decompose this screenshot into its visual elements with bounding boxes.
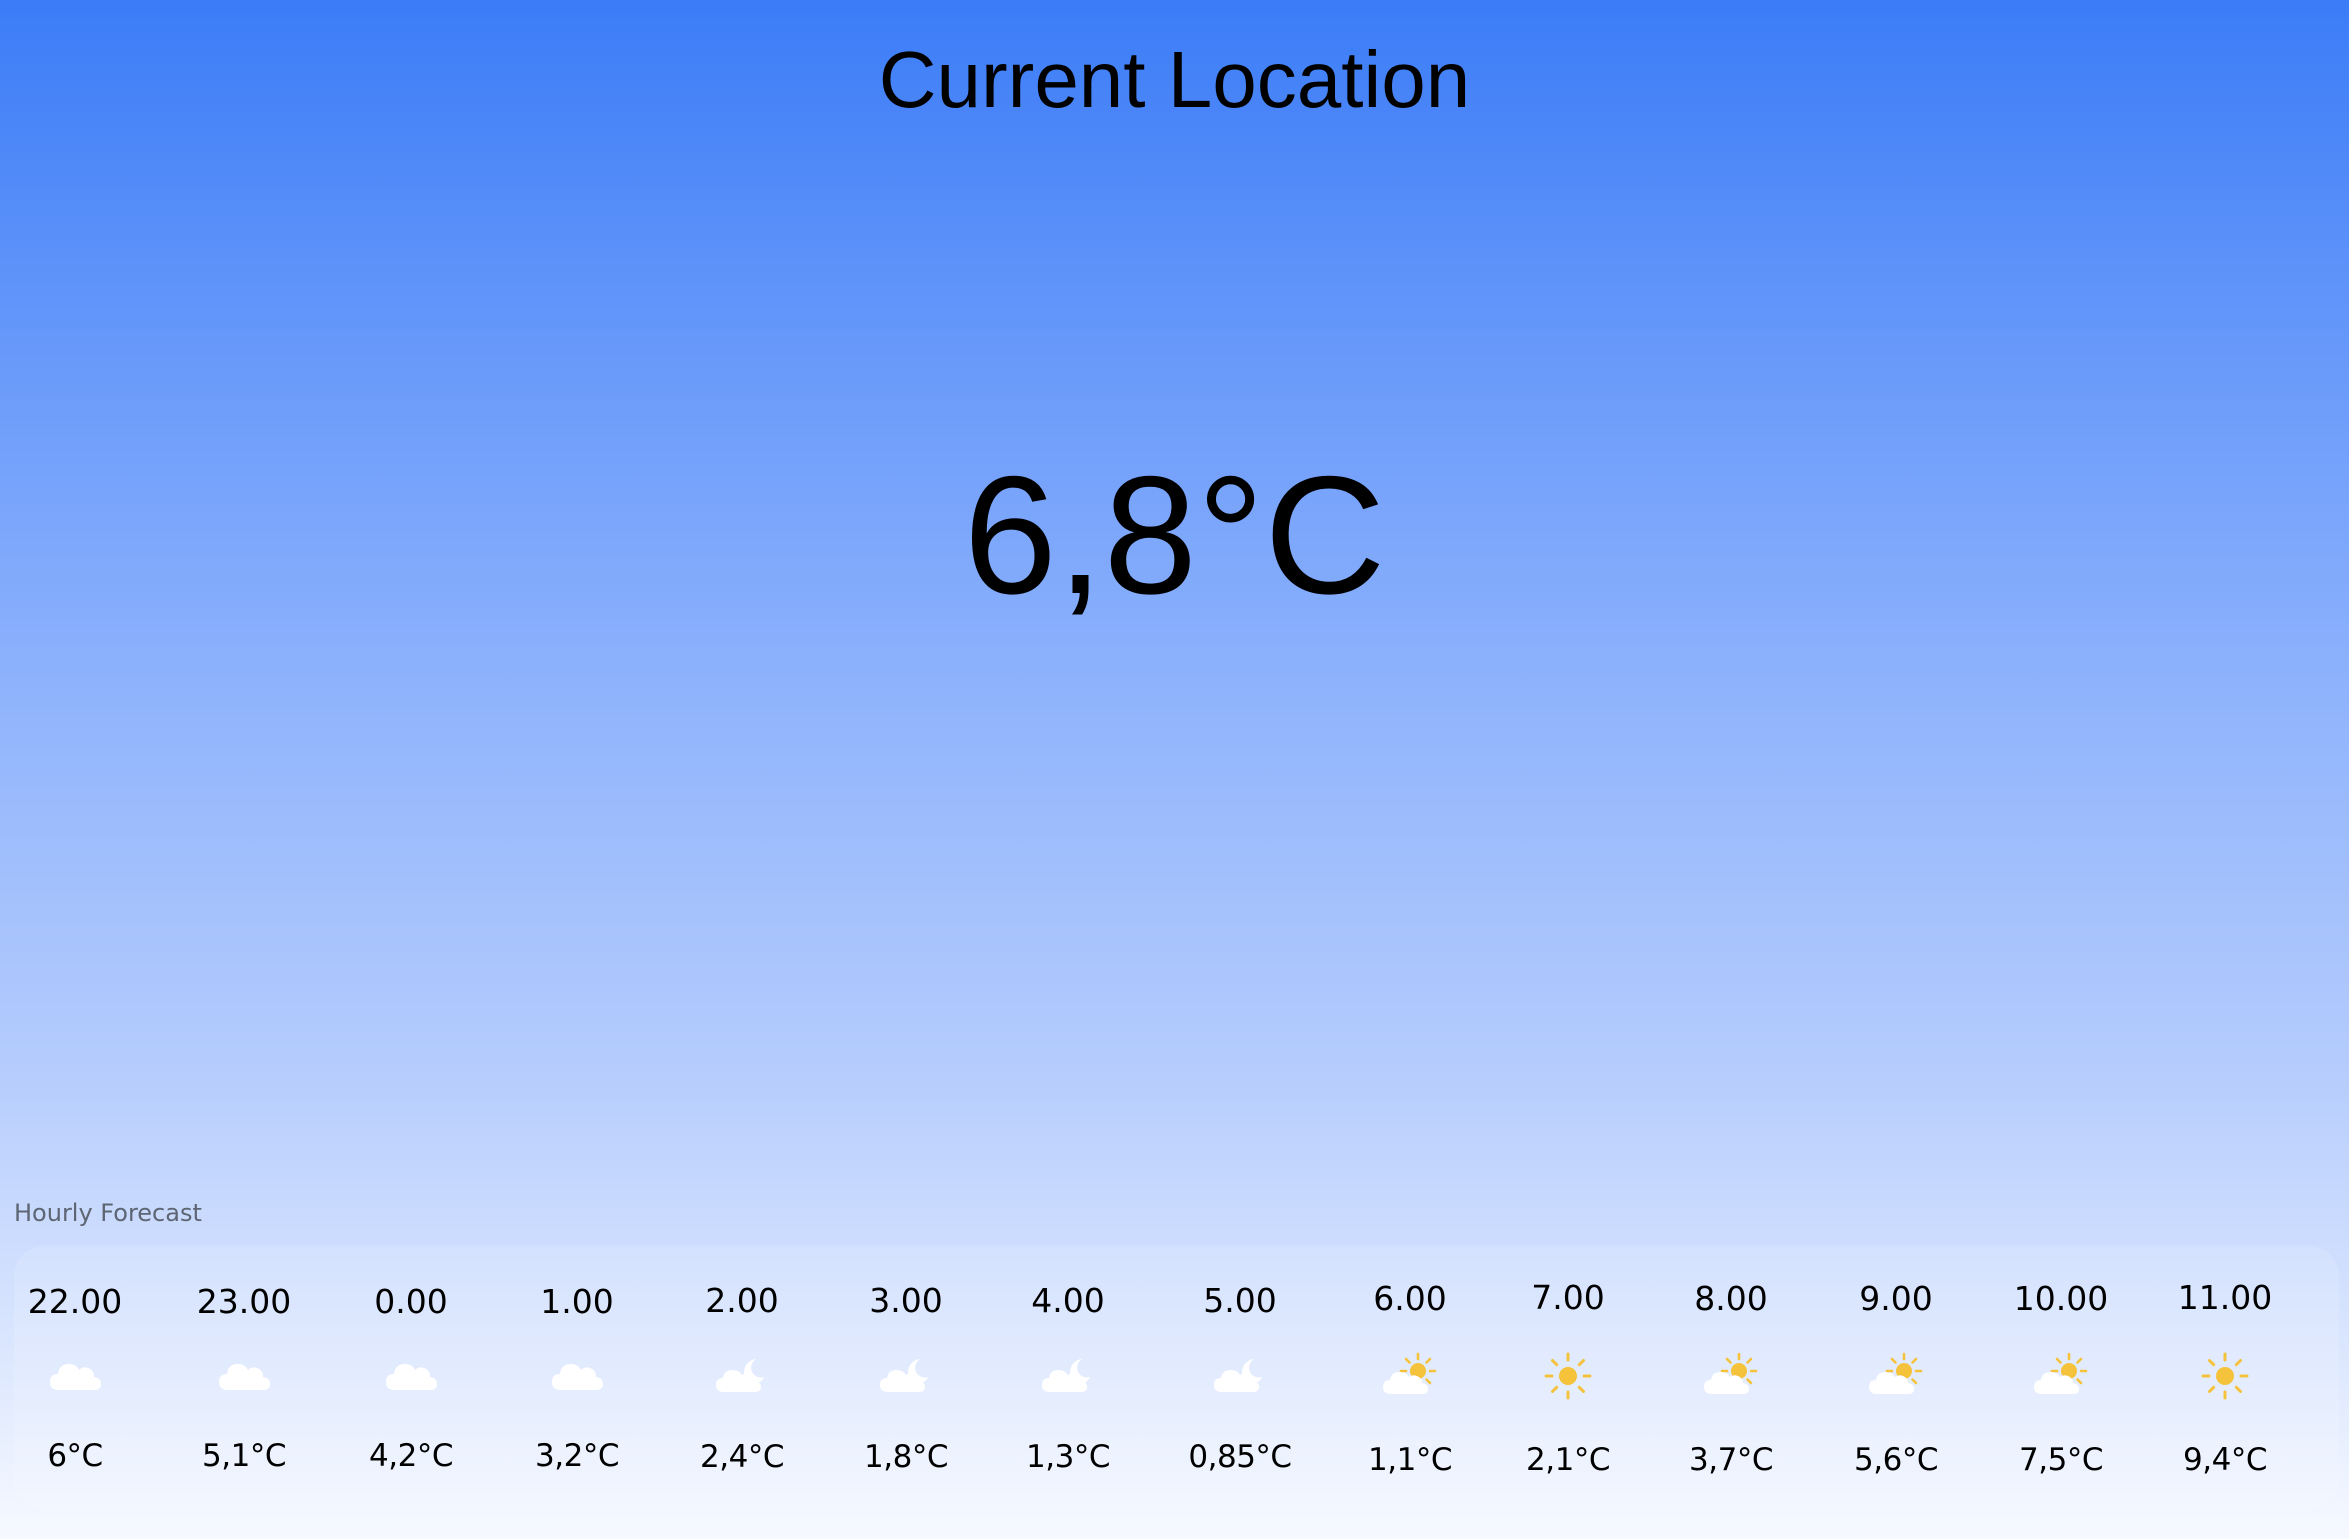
forecast-hour-temperature: 2,4°C (700, 1439, 784, 1475)
forecast-hour-item: 9.00 5,6°C (1821, 1246, 1971, 1510)
cloud-sun-icon (1380, 1346, 1440, 1406)
forecast-hour-item: 1.00 3,2°C (502, 1246, 652, 1510)
forecast-hour-time: 5.00 (1203, 1281, 1277, 1320)
sun-icon (2195, 1346, 2255, 1406)
forecast-hour-time: 11.00 (2177, 1278, 2273, 1317)
cloud-sun-icon (2031, 1346, 2091, 1406)
forecast-hour-time: 0.00 (374, 1282, 448, 1321)
forecast-hour-temperature: 5,6°C (1854, 1442, 1938, 1478)
cloud-sun-icon (1866, 1346, 1926, 1406)
hourly-forecast-label: Hourly Forecast (14, 1199, 202, 1227)
cloud-moon-icon (876, 1346, 936, 1406)
forecast-hour-time: 6.00 (1373, 1279, 1447, 1318)
forecast-hour-temperature: 0,85°C (1188, 1439, 1292, 1475)
forecast-hour-temperature: 9,4°C (2183, 1442, 2267, 1478)
forecast-hour-temperature: 3,7°C (1689, 1442, 1773, 1478)
forecast-hour-time: 10.00 (2013, 1279, 2109, 1318)
forecast-hour-time: 4.00 (1031, 1281, 1105, 1320)
forecast-hour-time: 3.00 (869, 1281, 943, 1320)
location-title: Current Location (878, 35, 1471, 124)
cloud-icon (547, 1346, 607, 1406)
forecast-hour-temperature: 1,1°C (1368, 1442, 1452, 1478)
forecast-hour-temperature: 1,3°C (1026, 1439, 1110, 1475)
forecast-hour-item: 5.00 0,85°C (1165, 1246, 1315, 1510)
forecast-hour-item: 8.00 3,7°C (1656, 1246, 1806, 1510)
cloud-sun-icon (1701, 1346, 1761, 1406)
forecast-hour-item: 2.00 2,4°C (667, 1246, 817, 1510)
forecast-hour-temperature: 5,1°C (202, 1438, 286, 1474)
forecast-hour-time: 22.00 (27, 1282, 123, 1321)
forecast-hour-time: 9.00 (1859, 1279, 1933, 1318)
forecast-hour-temperature: 3,2°C (535, 1438, 619, 1474)
cloud-icon (45, 1346, 105, 1406)
forecast-hour-item: 10.00 7,5°C (1986, 1246, 2136, 1510)
forecast-hour-item: 7.00 2,1°C (1493, 1246, 1643, 1510)
forecast-hour-temperature: 4,2°C (369, 1438, 453, 1474)
forecast-hour-temperature: 1,8°C (864, 1439, 948, 1475)
cloud-moon-icon (712, 1346, 772, 1406)
forecast-hour-time: 2.00 (705, 1281, 779, 1320)
forecast-hour-time: 7.00 (1531, 1278, 1605, 1317)
forecast-hour-time: 23.00 (196, 1282, 292, 1321)
forecast-hour-item: 3.00 1,8°C (831, 1246, 981, 1510)
forecast-hour-item: 11.00 9,4°C (2150, 1246, 2300, 1510)
forecast-hour-item: 23.00 5,1°C (169, 1246, 319, 1510)
forecast-hour-time: 1.00 (540, 1282, 614, 1321)
forecast-hour-temperature: 6°C (47, 1438, 103, 1474)
forecast-hour-time: 8.00 (1694, 1279, 1768, 1318)
cloud-moon-icon (1038, 1346, 1098, 1406)
sun-icon (1538, 1346, 1598, 1406)
forecast-hour-item: 22.00 6°C (0, 1246, 150, 1510)
current-temperature: 6,8°C (963, 441, 1386, 629)
forecast-hour-item: 6.00 1,1°C (1335, 1246, 1485, 1510)
cloud-icon (214, 1346, 274, 1406)
hourly-forecast-panel[interactable]: 22.00 6°C 23.00 5,1°C 0.00 4,2°C 1.00 3,2°C 2.00… (14, 1246, 2339, 1510)
forecast-hour-temperature: 7,5°C (2019, 1442, 2103, 1478)
forecast-hour-item: 0.00 4,2°C (336, 1246, 486, 1510)
forecast-hour-temperature: 2,1°C (1526, 1442, 1610, 1478)
forecast-hour-item: 4.00 1,3°C (993, 1246, 1143, 1510)
cloud-icon (381, 1346, 441, 1406)
cloud-moon-icon (1210, 1346, 1270, 1406)
